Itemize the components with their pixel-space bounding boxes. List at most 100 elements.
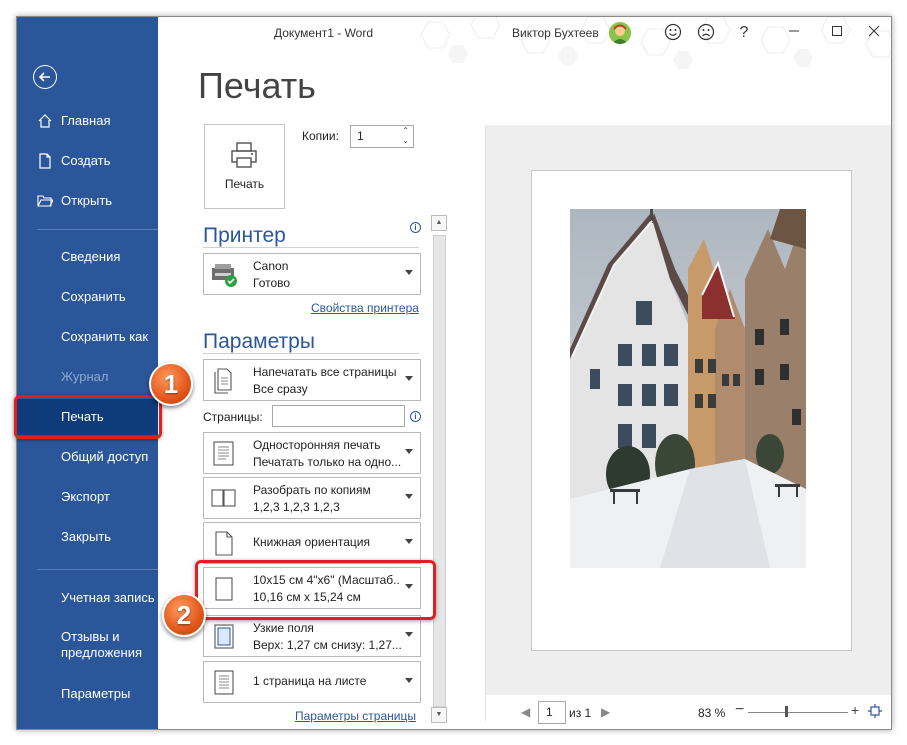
collate-line1: Разобрать по копиям: [253, 483, 371, 497]
callout-badge-2: 2: [162, 593, 206, 637]
sidebar-item-feedback[interactable]: Отзывы и предложения: [17, 629, 158, 665]
page-title: Печать: [198, 65, 316, 106]
zoom-out-button[interactable]: −: [735, 701, 744, 719]
sidebar-divider: [37, 229, 158, 230]
portrait-orientation-icon: [215, 531, 233, 556]
frown-feedback-icon[interactable]: [696, 23, 716, 43]
pages-info-icon[interactable]: i: [410, 411, 421, 422]
printer-dropdown[interactable]: Canon Готово: [203, 253, 421, 295]
chevron-down-icon: [405, 270, 413, 275]
current-page-input[interactable]: 1: [538, 701, 566, 724]
help-icon[interactable]: ?: [734, 23, 754, 43]
sidebar-item-label: Закрыть: [61, 529, 112, 544]
avatar-image: [609, 22, 631, 44]
scroll-thumb[interactable]: [433, 235, 446, 707]
orientation-dropdown[interactable]: Книжная ориентация: [203, 522, 421, 564]
sides-dropdown[interactable]: Односторонняя печать Печатать только на …: [203, 432, 421, 474]
margins-dropdown[interactable]: Узкие поля Верх: 1,27 см снизу: 1,27...: [203, 615, 421, 657]
maximize-icon[interactable]: [827, 23, 847, 43]
chevron-down-icon: [405, 632, 413, 637]
chevron-down-icon: [405, 678, 413, 683]
zoom-slider-thumb[interactable]: [785, 706, 788, 717]
print-button[interactable]: Печать: [204, 124, 285, 209]
collate-icon: [211, 489, 236, 507]
orientation-label: Книжная ориентация: [253, 535, 370, 549]
pages-per-sheet-dropdown[interactable]: 1 страница на листе: [203, 661, 421, 703]
user-name[interactable]: Виктор Бухтеев: [512, 26, 599, 40]
printer-properties-link[interactable]: Свойства принтера: [311, 301, 419, 315]
backstage-sidebar: Главная Создать Открыть Сведения Сохрани…: [17, 17, 158, 729]
page-setup-link[interactable]: Параметры страницы: [295, 709, 416, 723]
sidebar-divider: [37, 569, 158, 570]
sidebar-item-label: Открыть: [61, 193, 113, 208]
sidebar-item-label: Сохранить как: [61, 329, 149, 344]
sidebar-item-label: Общий доступ: [61, 449, 149, 464]
street-photo-image: [570, 209, 806, 568]
minimize-icon[interactable]: [784, 23, 804, 43]
print-button-label: Печать: [224, 177, 265, 191]
next-page-icon[interactable]: ▶: [601, 705, 610, 719]
print-range-line1: Напечатать все страницы: [253, 365, 397, 379]
collate-line2: 1,2,3 1,2,3 1,2,3: [253, 500, 340, 514]
sidebar-item-info[interactable]: Сведения: [17, 239, 158, 275]
window-title: Документ1 - Word: [274, 26, 374, 40]
avatar[interactable]: [609, 22, 631, 44]
settings-header-rule: [203, 353, 419, 354]
sidebar-item-history: Журнал: [17, 359, 158, 395]
sidebar-item-save-as[interactable]: Сохранить как: [17, 319, 158, 355]
printer-name: Canon: [253, 259, 289, 273]
copies-stepper[interactable]: 1 ⌃ ⌄: [350, 125, 414, 148]
printer-status: Готово: [253, 276, 291, 290]
sidebar-item-label: Создать: [61, 153, 111, 168]
printer-section-header: Принтер: [203, 224, 286, 247]
chevron-down-icon: [405, 376, 413, 381]
pages-icon: [214, 368, 232, 394]
callout-highlight-paper-size: [195, 560, 436, 620]
chevron-down-icon: [405, 539, 413, 544]
sidebar-item-new[interactable]: Создать: [17, 143, 158, 179]
print-range-dropdown[interactable]: Напечатать все страницы Все сразу: [203, 359, 421, 401]
pages-input[interactable]: [272, 405, 405, 427]
sidebar-item-options[interactable]: Параметры: [17, 676, 158, 712]
page-count-label: из 1: [569, 706, 592, 720]
callout-badge-1: 1: [149, 362, 193, 406]
sidebar-item-close[interactable]: Закрыть: [17, 519, 158, 555]
sidebar-item-label: Параметры: [61, 686, 131, 701]
pages-per-sheet-label: 1 страница на листе: [253, 674, 367, 688]
scroll-down-button[interactable]: ▼: [431, 707, 447, 723]
zoom-in-button[interactable]: +: [851, 702, 859, 718]
sidebar-item-open[interactable]: Открыть: [17, 183, 158, 219]
previous-page-icon[interactable]: ◀: [521, 705, 530, 719]
smile-feedback-icon[interactable]: [663, 23, 683, 43]
spin-arrows-icon[interactable]: ⌃ ⌄: [402, 126, 409, 146]
home-icon: [38, 114, 52, 128]
margins-line2: Верх: 1,27 см снизу: 1,27...: [253, 638, 401, 652]
sidebar-item-label: Сведения: [61, 249, 121, 264]
print-range-line2: Все сразу: [253, 382, 308, 396]
word-window: Главная Создать Открыть Сведения Сохрани…: [16, 16, 892, 730]
sidebar-item-export[interactable]: Экспорт: [17, 479, 158, 515]
zoom-to-page-icon[interactable]: [868, 704, 882, 718]
printer-device-icon: [212, 264, 237, 287]
sidebar-item-home[interactable]: Главная: [17, 103, 158, 139]
zoom-percent[interactable]: 83 %: [698, 706, 725, 720]
settings-scrollbar[interactable]: ▲ ▼: [431, 215, 447, 723]
margins-line1: Узкие поля: [253, 621, 314, 635]
chevron-down-icon: [405, 494, 413, 499]
zoom-slider[interactable]: [748, 712, 848, 713]
scroll-up-button[interactable]: ▲: [431, 215, 447, 231]
sidebar-item-label: Сохранить: [61, 289, 126, 304]
sidebar-item-label-line2: предложения: [61, 645, 143, 660]
sidebar-item-save[interactable]: Сохранить: [17, 279, 158, 315]
sidebar-item-label: Учетная запись: [61, 590, 155, 605]
sidebar-item-label: Журнал: [61, 369, 109, 384]
one-sided-print-icon: [213, 441, 234, 466]
collate-dropdown[interactable]: Разобрать по копиям 1,2,3 1,2,3 1,2,3: [203, 477, 421, 519]
printer-info-icon[interactable]: i: [410, 222, 421, 233]
pages-per-sheet-icon: [214, 670, 234, 695]
folder-open-icon: [37, 195, 53, 207]
sidebar-item-account[interactable]: Учетная запись: [17, 580, 158, 616]
back-button[interactable]: [33, 65, 57, 89]
sidebar-item-share[interactable]: Общий доступ: [17, 439, 158, 475]
close-icon[interactable]: [864, 23, 884, 43]
